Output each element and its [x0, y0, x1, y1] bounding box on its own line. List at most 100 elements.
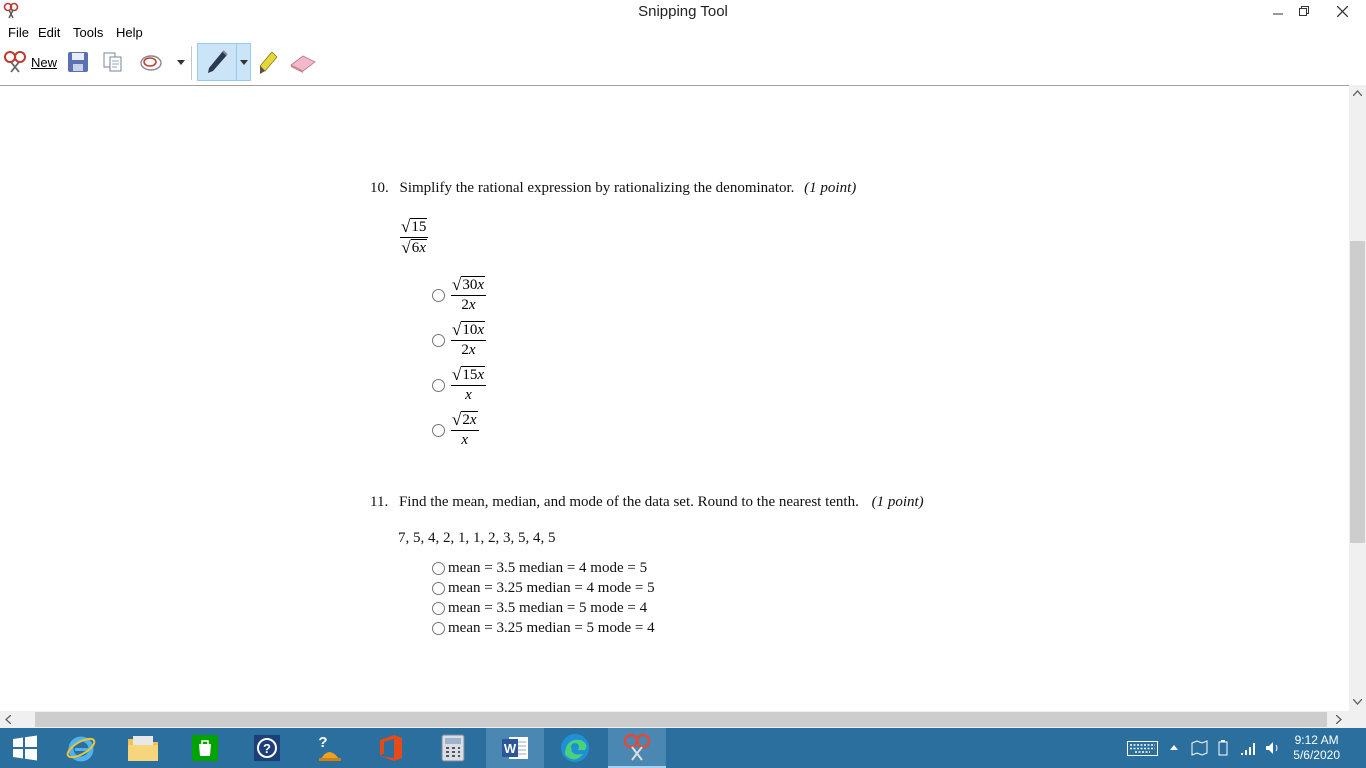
pen-button[interactable]: [197, 43, 251, 81]
vertical-scroll-thumb[interactable]: [1350, 241, 1365, 543]
snipping-tool-icon: [623, 733, 651, 761]
highlighter-button[interactable]: [256, 50, 280, 76]
close-button[interactable]: [1327, 0, 1357, 22]
scroll-left-icon[interactable]: [5, 715, 11, 724]
taskbar-store[interactable]: [176, 728, 234, 768]
question-number: 11.: [370, 494, 389, 510]
q11-option-1-radio[interactable]: [432, 562, 445, 575]
help-icon: ?: [254, 735, 280, 761]
clock-date: 5/6/2020: [1293, 748, 1340, 762]
taskbar-internet-explorer[interactable]: [52, 728, 110, 768]
toolbar-divider: [191, 46, 192, 80]
taskbar-calculator[interactable]: [424, 728, 482, 768]
edge-icon: [561, 734, 589, 762]
question-number: 10.: [370, 180, 389, 196]
q10-option-2: √ 10x 2x: [432, 321, 487, 359]
question-text: Simplify the rational expression by rati…: [399, 180, 795, 196]
pen-dropdown[interactable]: [236, 44, 250, 80]
q10-option-1-radio[interactable]: [432, 288, 445, 302]
taskbar-edge[interactable]: [546, 728, 604, 768]
taskbar-get-help[interactable]: ?: [300, 728, 358, 768]
option-den-coef: 2: [461, 297, 469, 313]
q11-option-3-radio[interactable]: [432, 602, 445, 615]
network-icon[interactable]: [1241, 740, 1257, 756]
action-center-icon[interactable]: [1191, 740, 1209, 756]
keyboard-icon[interactable]: [1127, 741, 1158, 756]
menu-bar: File Edit Tools Help: [0, 22, 1366, 42]
window-title: Snipping Tool: [638, 3, 728, 20]
copy-button[interactable]: [101, 50, 125, 74]
q11-option-3: mean = 3.5 median = 5 mode = 4: [432, 600, 647, 617]
option-label: mean = 3.25 median = 5 mode = 4: [448, 620, 655, 636]
volume-icon[interactable]: [1265, 740, 1281, 756]
option-den-coef: 2: [461, 342, 469, 358]
horizontal-scroll-thumb[interactable]: [35, 712, 1327, 727]
question-text: Find the mean, median, and mode of the d…: [398, 494, 859, 510]
minimize-icon: [1273, 13, 1283, 15]
title-bar: Snipping Tool: [0, 0, 1366, 22]
copy-icon: [103, 52, 122, 72]
minimize-button[interactable]: [1265, 0, 1291, 22]
scroll-right-icon[interactable]: [1336, 715, 1342, 724]
system-clock[interactable]: 9:12 AM 5/6/2020: [1293, 733, 1340, 763]
send-snip-dropdown[interactable]: [174, 54, 188, 70]
option-num-coef: 2: [462, 412, 470, 428]
q10-option-4: √ 2x x: [432, 411, 479, 449]
start-button[interactable]: [0, 728, 50, 768]
option-label: mean = 3.25 median = 4 mode = 5: [448, 580, 655, 596]
scrollbar-corner: [1349, 711, 1366, 728]
scroll-up-icon[interactable]: [1353, 90, 1362, 96]
q11-option-4-radio[interactable]: [432, 622, 445, 635]
q10-option-3: √ 15x x: [432, 366, 487, 404]
snip-canvas: 10. Simplify the rational expression by …: [0, 85, 1349, 711]
taskbar-help[interactable]: ?: [238, 728, 296, 768]
new-label: New: [31, 54, 58, 70]
option-num-var: x: [477, 322, 485, 338]
clock-time: 9:12 AM: [1294, 733, 1339, 747]
scroll-down-icon[interactable]: [1353, 699, 1362, 705]
expr-den-var: x: [419, 240, 426, 256]
question-points: (1 point): [871, 494, 924, 510]
taskbar-word[interactable]: W: [486, 728, 544, 768]
menu-file[interactable]: File: [8, 25, 29, 40]
menu-edit[interactable]: Edit: [38, 25, 60, 40]
battery-icon[interactable]: [1216, 740, 1230, 756]
q10-expression: √ 15 √ 6x: [400, 217, 429, 257]
question-11: 11. Find the mean, median, and mode of t…: [370, 494, 924, 511]
q11-data-set: 7, 5, 4, 2, 1, 1, 2, 3, 5, 4, 5: [398, 530, 556, 546]
eraser-icon: [290, 55, 316, 73]
option-den-var: x: [468, 297, 476, 313]
option-num-var: x: [469, 412, 477, 428]
q10-option-1: √ 30x 2x: [432, 276, 487, 314]
store-icon: [192, 735, 218, 761]
get-help-icon: ?: [318, 734, 341, 761]
option-num-var: x: [477, 367, 485, 383]
question-points: (1 point): [804, 180, 857, 196]
vertical-scrollbar[interactable]: [1349, 85, 1366, 711]
menu-help[interactable]: Help: [116, 25, 143, 40]
taskbar-office[interactable]: [362, 728, 420, 768]
option-num-coef: 30: [462, 277, 478, 293]
q10-option-4-radio[interactable]: [432, 423, 445, 437]
q11-option-1: mean = 3.5 median = 4 mode = 5: [432, 560, 647, 577]
save-button[interactable]: [66, 50, 90, 74]
q10-option-3-radio[interactable]: [432, 378, 445, 392]
question-10: 10. Simplify the rational expression by …: [370, 180, 856, 197]
chevron-down-icon: [177, 59, 185, 65]
q10-option-2-radio[interactable]: [432, 333, 445, 347]
start-icon: [13, 735, 37, 761]
option-num-coef: 10: [462, 322, 478, 338]
calculator-icon: [441, 734, 465, 762]
taskbar-file-explorer[interactable]: [114, 728, 172, 768]
show-hidden-icons-icon[interactable]: [1170, 745, 1178, 750]
new-snip-button[interactable]: New: [2, 50, 57, 74]
menu-tools[interactable]: Tools: [73, 25, 103, 40]
q11-option-2-radio[interactable]: [432, 582, 445, 595]
option-num-coef: 15: [462, 367, 478, 383]
option-label: mean = 3.5 median = 4 mode = 5: [448, 560, 648, 576]
send-snip-button[interactable]: [138, 50, 166, 74]
eraser-button[interactable]: [288, 52, 318, 74]
taskbar-snipping-tool[interactable]: [608, 728, 666, 768]
horizontal-scrollbar[interactable]: [0, 711, 1349, 728]
restore-button[interactable]: [1291, 0, 1317, 22]
